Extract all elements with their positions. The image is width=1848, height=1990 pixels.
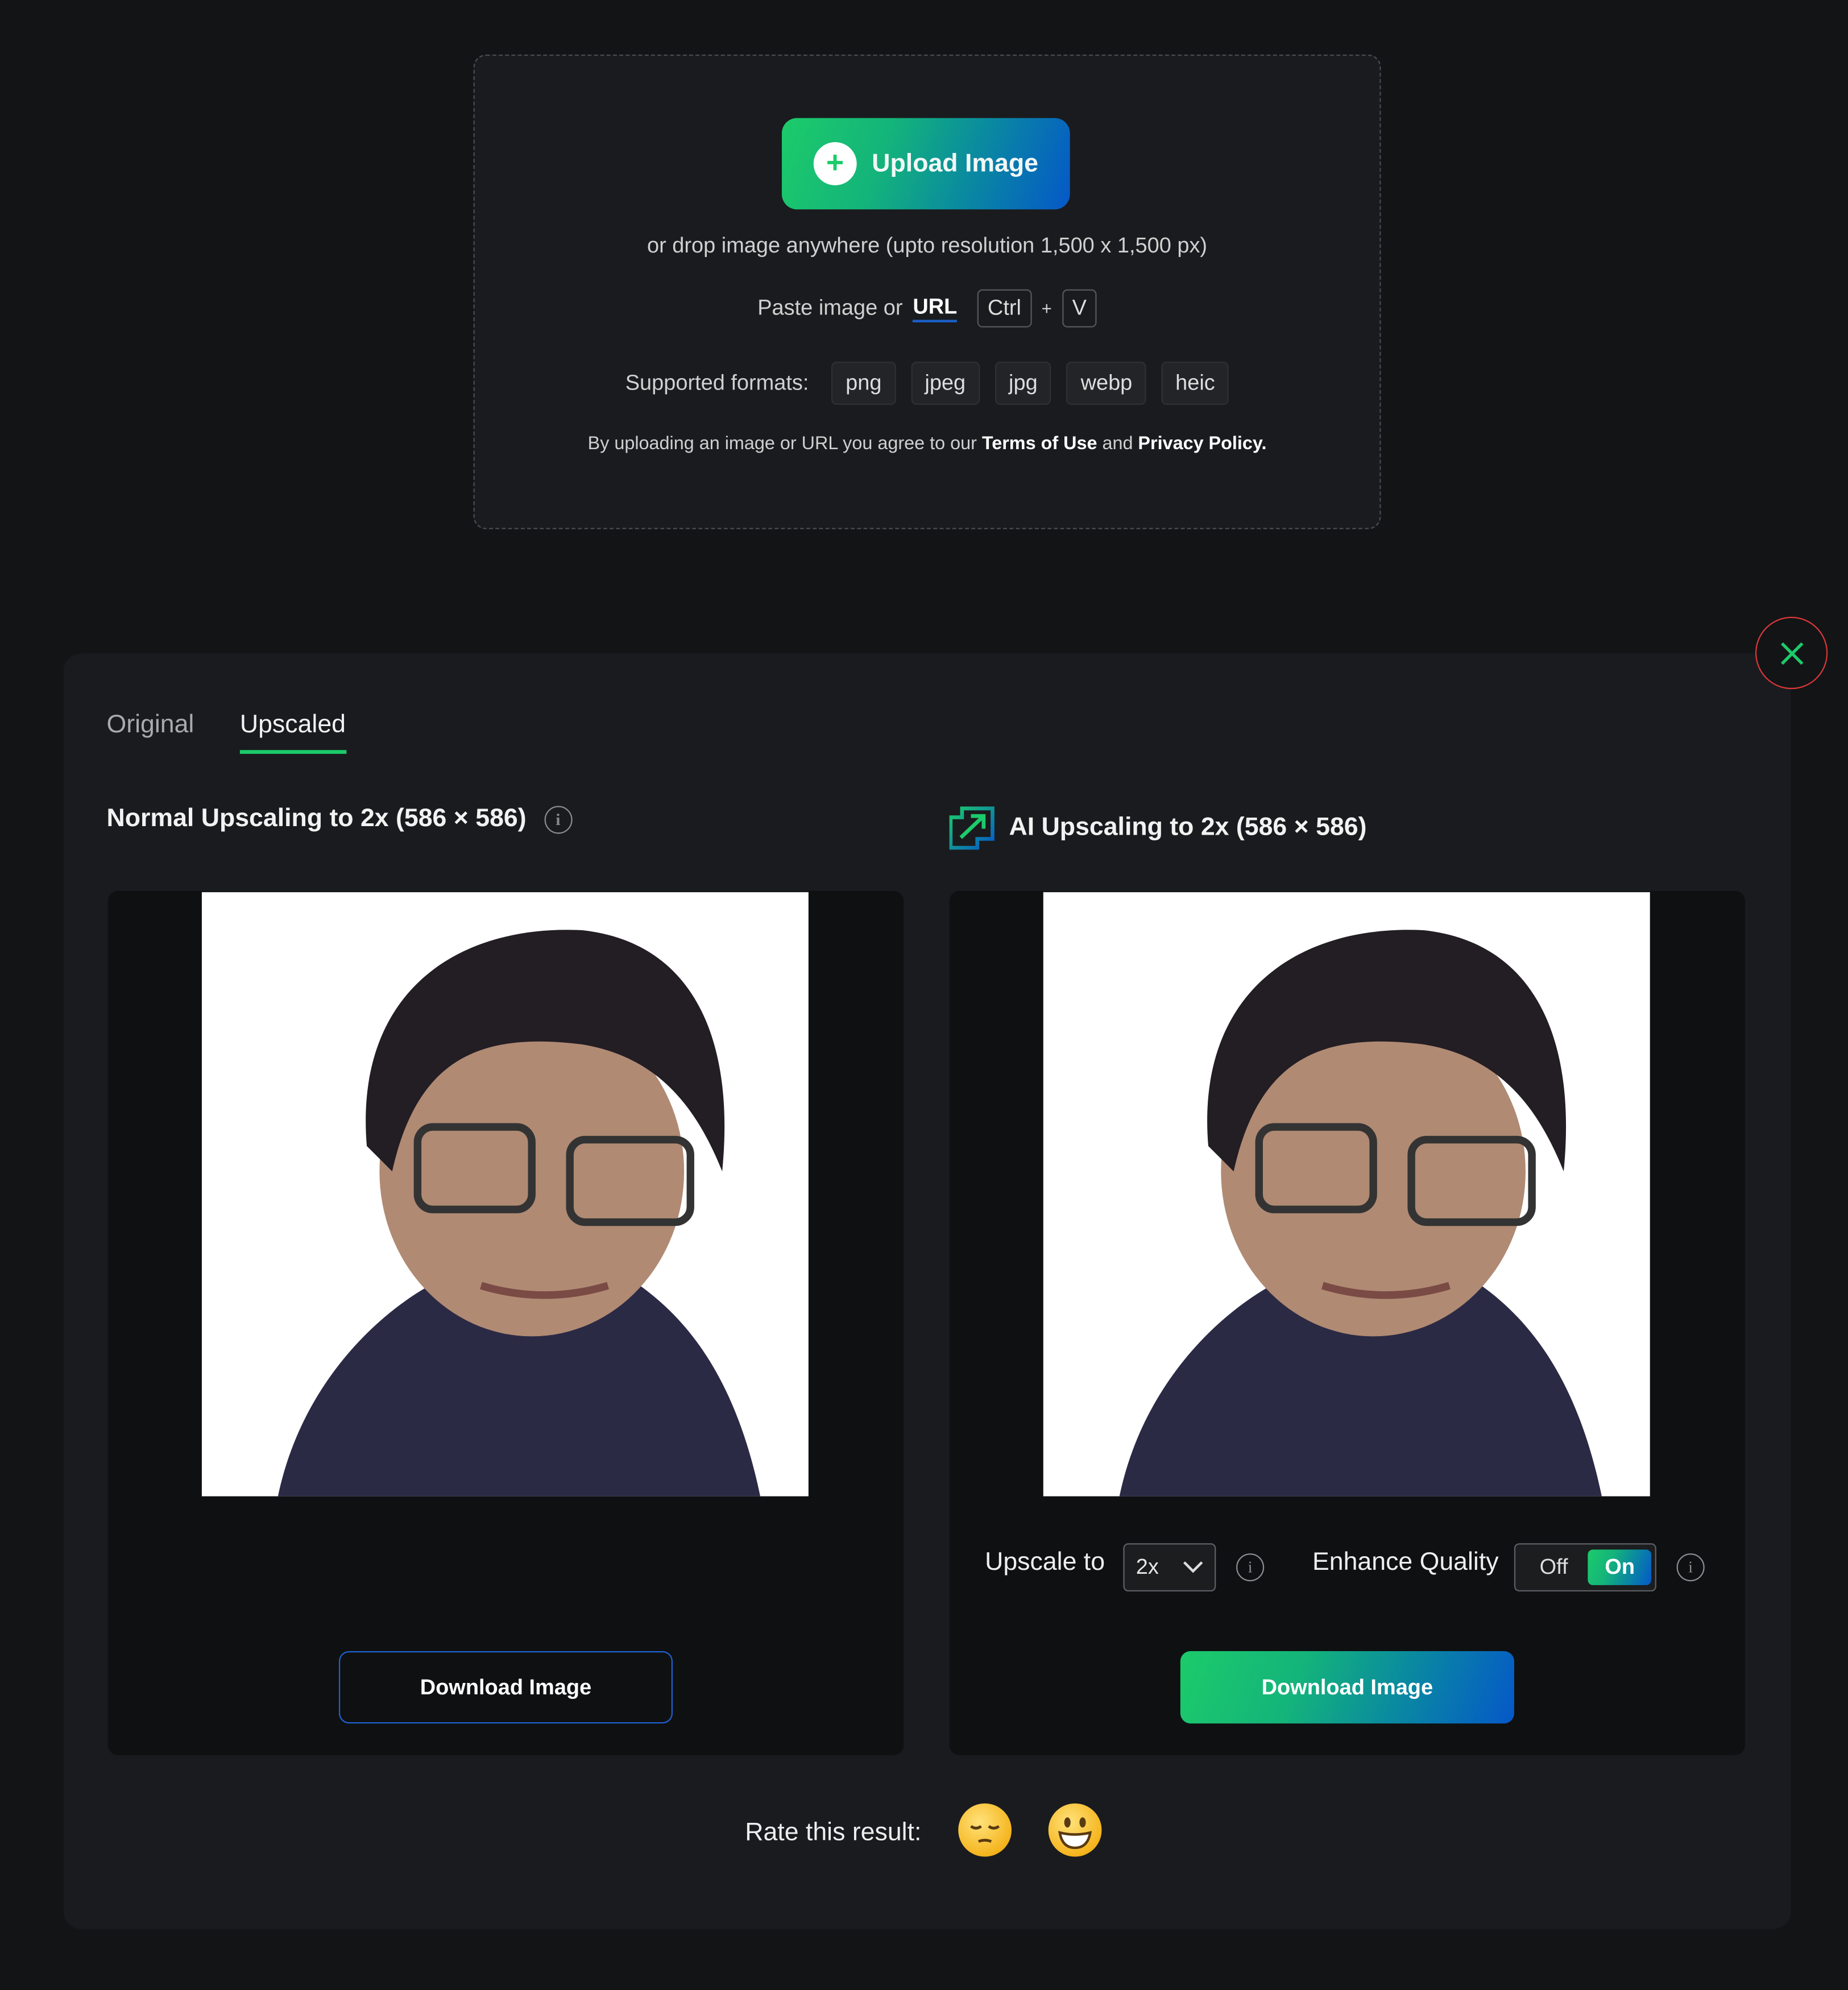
ai-upscale-icon bbox=[949, 806, 995, 850]
ai-upscaled-image bbox=[1043, 892, 1650, 1496]
formats-row: Supported formats: png jpeg jpg webp hei… bbox=[474, 362, 1381, 405]
format-badge: png bbox=[831, 362, 896, 405]
drop-hint: or drop image anywhere (upto resolution … bbox=[647, 233, 1208, 258]
active-tab-indicator bbox=[239, 750, 347, 754]
terms-text: By uploading an image or URL you agree t… bbox=[587, 434, 977, 455]
sleepy-emoji-icon[interactable] bbox=[958, 1803, 1012, 1857]
format-badge: jpeg bbox=[910, 362, 980, 405]
tab-upscaled[interactable]: Upscaled bbox=[240, 711, 346, 740]
enhance-quality-toggle[interactable]: Off On bbox=[1514, 1543, 1656, 1592]
download-ai-button[interactable]: Download Image bbox=[1180, 1651, 1514, 1724]
ctrl-key: Ctrl bbox=[977, 289, 1031, 327]
privacy-policy-link[interactable]: Privacy Policy. bbox=[1138, 434, 1266, 454]
toggle-on-option[interactable]: On bbox=[1588, 1549, 1651, 1585]
close-icon bbox=[1780, 641, 1803, 665]
ai-upscale-header: AI Upscaling to 2x (586 × 586) bbox=[949, 805, 1367, 852]
plus-icon: + bbox=[813, 142, 857, 185]
toggle-off-option[interactable]: Off bbox=[1519, 1554, 1589, 1580]
terms-of-use-link[interactable]: Terms of Use bbox=[982, 434, 1097, 454]
chevron-down-icon bbox=[1183, 1561, 1203, 1573]
paste-text: Paste image or bbox=[757, 296, 903, 320]
formats-label: Supported formats: bbox=[625, 370, 809, 395]
v-key: V bbox=[1062, 289, 1097, 327]
terms-and: and bbox=[1102, 434, 1133, 455]
ai-upscale-title: AI Upscaling to 2x (586 × 586) bbox=[1009, 813, 1367, 841]
close-button[interactable] bbox=[1755, 616, 1828, 690]
upscale-to-label: Upscale to bbox=[985, 1548, 1105, 1577]
info-icon[interactable]: i bbox=[1676, 1553, 1705, 1582]
format-badge: jpg bbox=[995, 362, 1052, 405]
normal-upscaled-image bbox=[201, 892, 809, 1496]
normal-upscale-header: Normal Upscaling to 2x (586 × 586) i bbox=[106, 805, 572, 834]
download-normal-button[interactable]: Download Image bbox=[338, 1651, 673, 1724]
enhance-quality-label: Enhance Quality bbox=[1312, 1548, 1499, 1577]
format-badge: webp bbox=[1067, 362, 1146, 405]
rate-label: Rate this result: bbox=[745, 1818, 922, 1847]
upscale-factor-value: 2x bbox=[1136, 1554, 1159, 1579]
tab-original[interactable]: Original bbox=[106, 711, 194, 740]
upload-button-label: Upload Image bbox=[872, 149, 1038, 177]
terms-row: By uploading an image or URL you agree t… bbox=[474, 434, 1381, 454]
info-icon[interactable]: i bbox=[1236, 1553, 1265, 1582]
upscale-factor-select[interactable]: 2x bbox=[1123, 1543, 1216, 1592]
format-badge: heic bbox=[1161, 362, 1229, 405]
url-link[interactable]: URL bbox=[913, 295, 958, 322]
paste-row: Paste image or URL Ctrl + V bbox=[474, 289, 1381, 327]
normal-upscale-title: Normal Upscaling to 2x (586 × 586) bbox=[106, 805, 527, 833]
info-icon[interactable]: i bbox=[544, 805, 572, 834]
upload-image-button[interactable]: + Upload Image bbox=[781, 118, 1070, 210]
grinning-emoji-icon[interactable] bbox=[1048, 1803, 1102, 1857]
plus-sign: + bbox=[1041, 298, 1052, 319]
page: + Upload Image or drop image anywhere (u… bbox=[0, 0, 1848, 1990]
